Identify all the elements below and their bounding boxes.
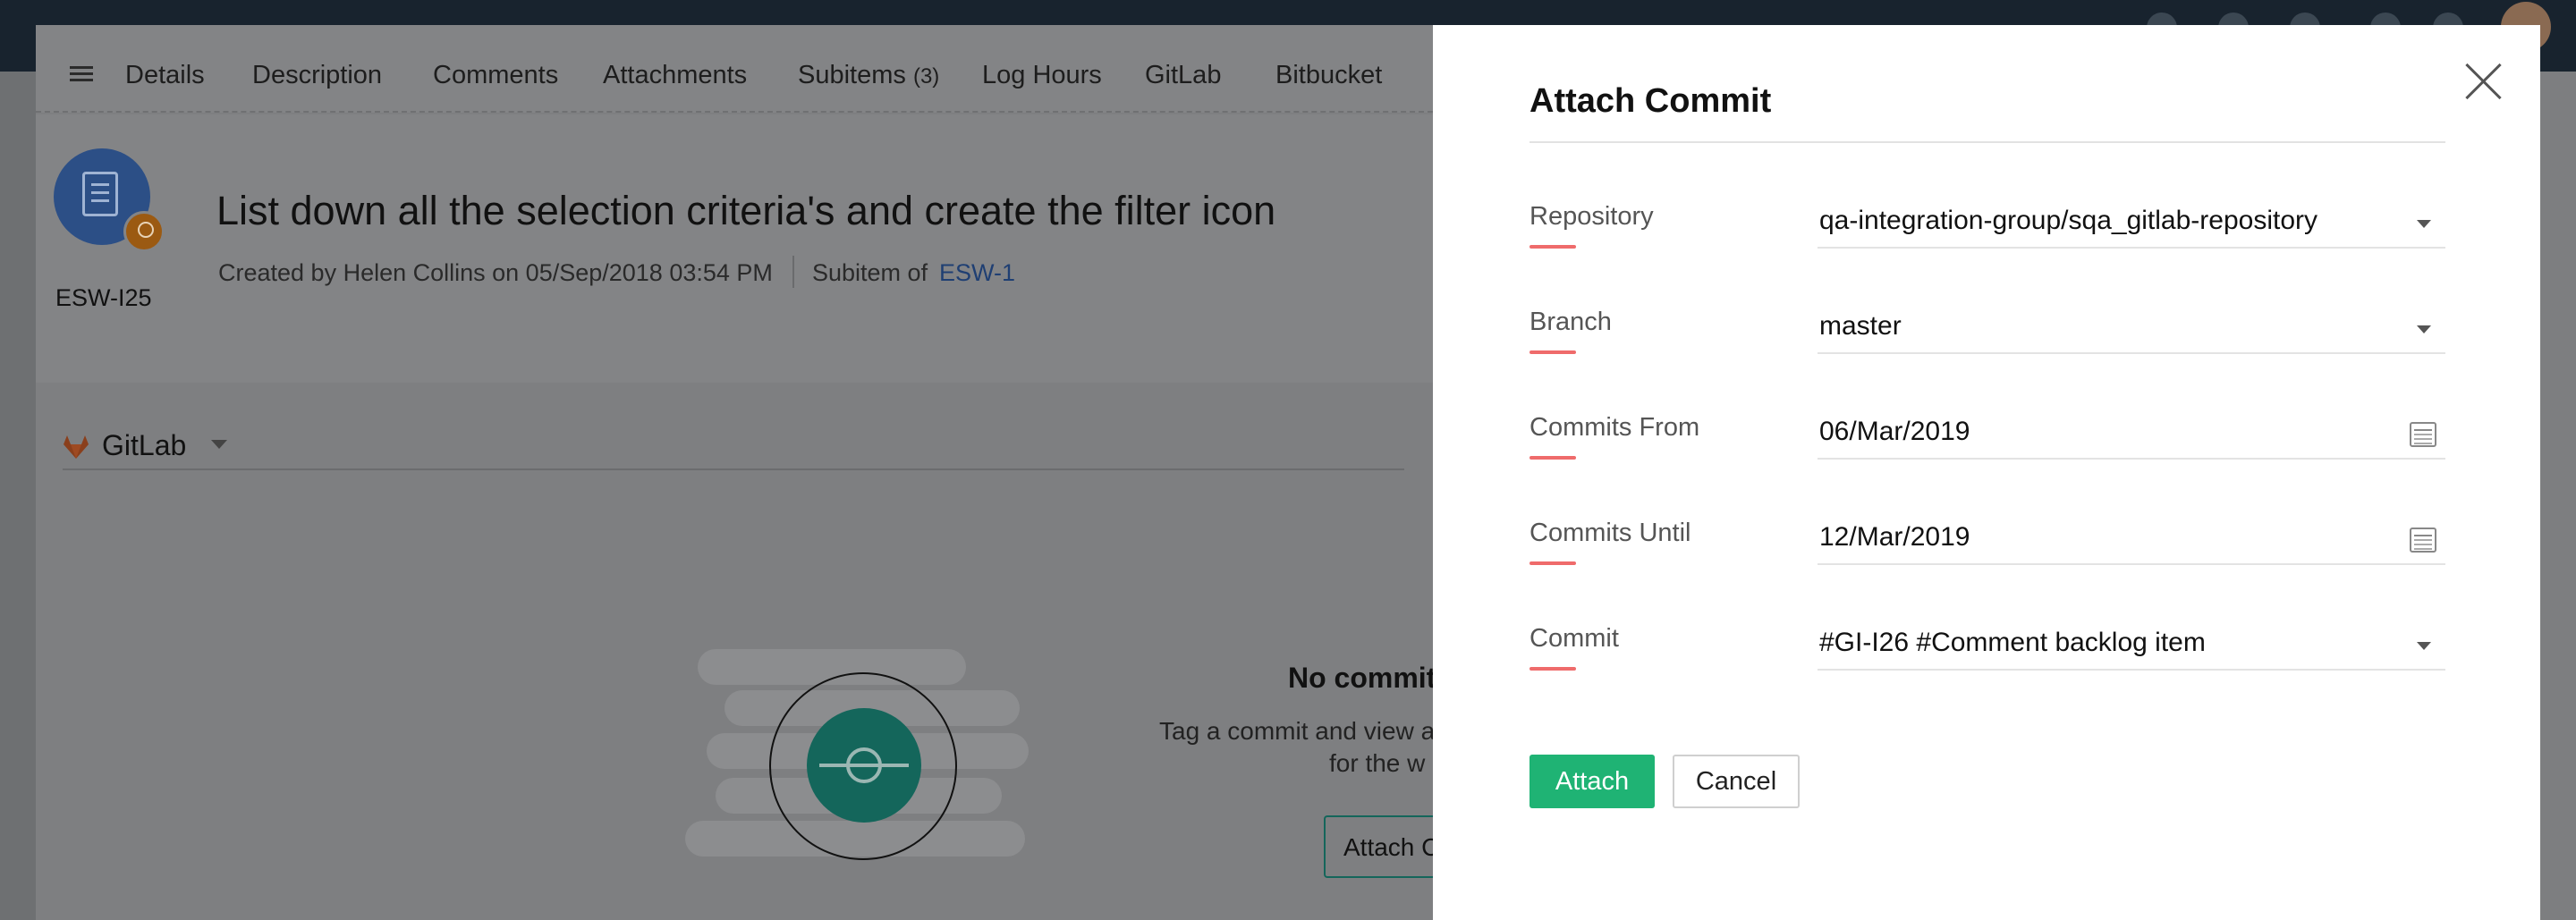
tab-label: Subitems (798, 61, 906, 89)
document-check-icon (82, 172, 118, 216)
tab-count: (3) (912, 64, 940, 89)
gitlab-icon (64, 435, 89, 459)
field-label: Commits From (1530, 413, 1700, 442)
section-divider (63, 468, 1404, 470)
created-info: Created by Helen Collins on 05/Sep/2018 … (218, 259, 773, 286)
drawer-title: Attach Commit (1530, 82, 1772, 120)
item-title[interactable]: List down all the selection criteria's a… (216, 188, 1275, 234)
subitem-of-label: Subitem of (812, 259, 928, 286)
tab-subitems[interactable]: Subitems (3) (798, 61, 939, 90)
field-underline (1818, 563, 2445, 565)
tab-details[interactable]: Details (125, 61, 205, 90)
field-underline (1818, 669, 2445, 671)
repository-field[interactable]: Repository qa-integration-group/sqa_gitl… (1530, 202, 2445, 265)
chevron-down-icon[interactable] (211, 440, 227, 449)
user-badge-icon (123, 211, 165, 252)
chevron-down-icon[interactable] (2417, 642, 2431, 650)
calendar-icon[interactable] (2410, 528, 2436, 553)
field-label: Commits Until (1530, 519, 1691, 547)
field-underline (1818, 247, 2445, 249)
attach-commit-button-bg[interactable]: Attach C (1324, 815, 1440, 878)
chevron-down-icon[interactable] (2417, 220, 2431, 228)
tab-label: Bitbucket (1275, 61, 1383, 89)
branch-select[interactable]: master (1819, 311, 1902, 342)
commit-icon (807, 708, 921, 823)
branch-field[interactable]: Branch master (1530, 308, 2445, 370)
tab-bitbucket[interactable]: Bitbucket (1275, 61, 1382, 90)
tab-label: Comments (433, 61, 559, 89)
tab-label: Log Hours (982, 61, 1102, 89)
tab-gitlab[interactable]: GitLab (1145, 61, 1221, 90)
empty-state-description: Tag a commit and view a (1159, 717, 1436, 745)
cancel-button[interactable]: Cancel (1673, 755, 1800, 808)
label-underline (1530, 667, 1576, 671)
empty-state-description-line2: for the w (1329, 749, 1426, 777)
close-icon[interactable] (2462, 57, 2506, 102)
repository-select[interactable]: qa-integration-group/sqa_gitlab-reposito… (1819, 206, 2318, 236)
label-underline (1530, 561, 1576, 565)
meta-divider (792, 256, 794, 288)
left-nav-strip (0, 72, 36, 920)
label-underline (1530, 456, 1576, 460)
commits-from-date-input[interactable]: 06/Mar/2019 (1819, 417, 1970, 447)
commits-until-date-input[interactable]: 12/Mar/2019 (1819, 522, 1970, 553)
title-divider (1530, 141, 2445, 143)
tab-comments[interactable]: Comments (433, 61, 558, 90)
tab-label: Details (125, 61, 205, 89)
tab-description[interactable]: Description (252, 61, 382, 90)
empty-state-title: No commit (1288, 662, 1436, 694)
field-label: Branch (1530, 308, 1612, 336)
parent-item-link[interactable]: ESW-1 (939, 259, 1015, 287)
tab-bar: Details Description Comments Attachments… (36, 25, 1433, 113)
tab-label: Attachments (603, 61, 748, 89)
item-header (36, 114, 1433, 383)
tab-log-hours[interactable]: Log Hours (982, 61, 1102, 90)
commit-field[interactable]: Commit #GI-I26 #Comment backlog item (1530, 624, 2445, 687)
label-underline (1530, 350, 1576, 354)
attach-commit-drawer: Attach Commit Repository qa-integration-… (1433, 25, 2540, 920)
field-label: Commit (1530, 624, 1619, 653)
hamburger-menu-icon[interactable] (70, 66, 93, 82)
commit-select[interactable]: #GI-I26 #Comment backlog item (1819, 628, 2206, 658)
field-underline (1818, 458, 2445, 460)
tab-label: GitLab (1145, 61, 1222, 89)
attach-button[interactable]: Attach (1530, 755, 1655, 808)
commits-from-field[interactable]: Commits From 06/Mar/2019 (1530, 413, 2445, 476)
tab-label: Description (252, 61, 383, 89)
item-key: ESW-I25 (55, 284, 152, 311)
integration-selector-label[interactable]: GitLab (102, 429, 186, 462)
commits-until-field[interactable]: Commits Until 12/Mar/2019 (1530, 519, 2445, 581)
chevron-down-icon[interactable] (2417, 325, 2431, 333)
calendar-icon[interactable] (2410, 422, 2436, 447)
tab-attachments[interactable]: Attachments (603, 61, 747, 90)
field-underline (1818, 352, 2445, 354)
field-label: Repository (1530, 202, 1654, 231)
label-underline (1530, 245, 1576, 249)
